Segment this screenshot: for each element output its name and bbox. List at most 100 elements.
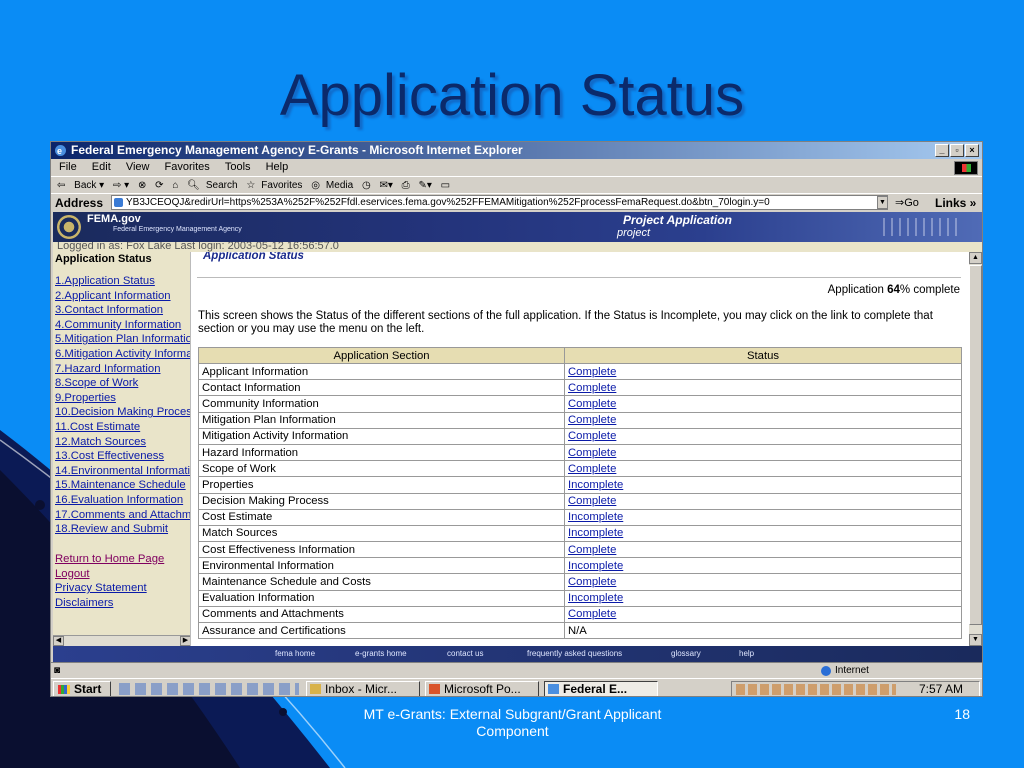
stop-icon[interactable]: ⊗ <box>138 180 146 191</box>
menu-file[interactable]: File <box>59 161 77 173</box>
history-icon[interactable]: ◷ <box>362 180 371 191</box>
sidebar-item-environmental[interactable]: 14.Environmental Information <box>55 464 190 479</box>
status-link[interactable]: Complete <box>564 605 962 624</box>
privacy-statement-link[interactable]: Privacy Statement <box>55 581 190 596</box>
sidebar: Application Status 1.Application Status … <box>53 252 191 646</box>
fema-banner: FEMA.gov Federal Emergency Management Ag… <box>53 212 982 242</box>
security-zone: Internet <box>821 663 869 679</box>
media-button[interactable]: ◎ Media <box>311 180 353 191</box>
status-link[interactable]: Complete <box>564 443 962 462</box>
sidebar-item-comments[interactable]: 17.Comments and Attachments <box>55 508 190 523</box>
menu-tools[interactable]: Tools <box>225 161 251 173</box>
footer-link-glossary[interactable]: glossary <box>671 646 701 662</box>
footer-link-egrants-home[interactable]: e-grants home <box>355 646 407 662</box>
scroll-up-icon[interactable]: ▲ <box>969 252 982 264</box>
refresh-icon[interactable]: ⟳ <box>155 180 163 191</box>
sidebar-item-applicant-information[interactable]: 2.Applicant Information <box>55 289 190 304</box>
sidebar-item-properties[interactable]: 9.Properties <box>55 391 190 406</box>
close-button[interactable]: × <box>965 144 979 157</box>
fema-gov-logo-text[interactable]: FEMA.gov <box>87 213 141 225</box>
sidebar-item-cost-effectiveness[interactable]: 13.Cost Effectiveness <box>55 449 190 464</box>
task-inbox[interactable]: Inbox - Micr... <box>306 681 420 696</box>
scroll-down-icon[interactable]: ▼ <box>969 634 982 646</box>
scroll-left-icon[interactable]: ◀ <box>53 636 64 646</box>
status-link[interactable]: Complete <box>564 460 962 478</box>
sidebar-horizontal-scrollbar[interactable]: ◀ ▶ <box>53 635 190 646</box>
start-button[interactable]: Start <box>53 681 111 696</box>
maximize-button[interactable]: ▫ <box>950 144 964 157</box>
status-link[interactable]: Complete <box>564 411 962 429</box>
minimize-button[interactable]: _ <box>935 144 949 157</box>
menu-favorites[interactable]: Favorites <box>165 161 210 173</box>
favorites-button[interactable]: ☆ Favorites <box>246 180 302 191</box>
home-icon[interactable]: ⌂ <box>172 180 178 191</box>
task-federal-e[interactable]: Federal E... <box>544 681 658 696</box>
scroll-thumb[interactable] <box>969 265 982 625</box>
status-link[interactable]: Complete <box>564 395 962 413</box>
status-link[interactable]: Incomplete <box>564 476 962 494</box>
table-row: Contact Information Complete <box>198 379 962 397</box>
sidebar-item-application-status[interactable]: 1.Application Status <box>55 274 190 289</box>
sidebar-item-cost-estimate[interactable]: 11.Cost Estimate <box>55 420 190 435</box>
favorites-label: Favorites <box>261 180 303 191</box>
menu-view[interactable]: View <box>126 161 150 173</box>
menu-edit[interactable]: Edit <box>92 161 111 173</box>
status-link[interactable]: Incomplete <box>564 508 962 526</box>
return-home-link[interactable]: Return to Home Page <box>55 552 190 567</box>
address-dropdown-icon[interactable]: ▼ <box>877 196 888 209</box>
section-cell: Match Sources <box>198 524 565 543</box>
sidebar-item-mitigation-activity[interactable]: 6.Mitigation Activity Information <box>55 347 190 362</box>
sidebar-item-review-submit[interactable]: 18.Review and Submit <box>55 522 190 537</box>
footer-link-faq[interactable]: frequently asked questions <box>527 646 622 662</box>
sidebar-item-match-sources[interactable]: 12.Match Sources <box>55 435 190 450</box>
status-link[interactable]: Complete <box>564 492 962 510</box>
page-content: FEMA.gov Federal Emergency Management Ag… <box>53 212 982 646</box>
footer-link-fema-home[interactable]: fema home <box>275 646 315 662</box>
status-link[interactable]: Complete <box>564 427 962 445</box>
status-link[interactable]: Complete <box>564 379 962 397</box>
footer-link-contact-us[interactable]: contact us <box>447 646 483 662</box>
sidebar-item-community-information[interactable]: 4.Community Information <box>55 318 190 333</box>
table-row: Applicant Information Complete <box>198 362 962 381</box>
status-link[interactable]: Incomplete <box>564 557 962 575</box>
status-link[interactable]: Complete <box>564 362 962 381</box>
sidebar-item-evaluation[interactable]: 16.Evaluation Information <box>55 493 190 508</box>
edit-icon[interactable]: ✎▾ <box>418 180 431 191</box>
sidebar-item-decision-making[interactable]: 10.Decision Making Process <box>55 405 190 420</box>
page-vertical-scrollbar[interactable]: ▲ ▼ <box>969 252 982 646</box>
forward-button[interactable]: ⇨ ▾ <box>113 180 129 191</box>
status-link[interactable]: Complete <box>564 573 962 591</box>
quick-launch-icons[interactable] <box>119 683 299 695</box>
logout-link[interactable]: Logout <box>55 567 190 582</box>
links-label: Links <box>935 196 967 210</box>
footer-link-help[interactable]: help <box>739 646 754 662</box>
scroll-right-icon[interactable]: ▶ <box>180 636 190 646</box>
sidebar-item-maintenance[interactable]: 15.Maintenance Schedule <box>55 478 190 493</box>
table-row: Maintenance Schedule and Costs Complete <box>198 573 962 591</box>
address-input[interactable]: YB3JCEOQJ&redirUrl=https%253A%252F%252Ff… <box>111 195 888 210</box>
go-button[interactable]: ⇒Go <box>895 194 919 212</box>
slide-number: 18 <box>954 706 970 722</box>
discuss-icon[interactable]: ▭ <box>441 180 450 191</box>
menu-help[interactable]: Help <box>266 161 289 173</box>
sidebar-item-scope-of-work[interactable]: 8.Scope of Work <box>55 376 190 391</box>
task-powerpoint[interactable]: Microsoft Po... <box>425 681 539 696</box>
print-icon[interactable]: ⎙ <box>402 180 410 191</box>
sidebar-item-mitigation-plan[interactable]: 5.Mitigation Plan Information <box>55 332 190 347</box>
search-button[interactable]: 🔍︎ Search <box>187 180 237 191</box>
disclaimers-link[interactable]: Disclaimers <box>55 596 190 611</box>
window-titlebar[interactable]: e Federal Emergency Management Agency E-… <box>51 142 982 159</box>
mail-icon[interactable]: ✉▾ <box>379 180 392 191</box>
section-cell: Cost Estimate <box>198 508 565 526</box>
tray-icons[interactable] <box>736 684 896 695</box>
status-link[interactable]: Incomplete <box>564 524 962 543</box>
links-button[interactable]: Links » <box>935 194 976 212</box>
status-link[interactable]: Complete <box>564 541 962 559</box>
table-row: Evaluation Information Incomplete <box>198 589 962 607</box>
menu-bar: File Edit View Favorites Tools Help <box>51 159 982 176</box>
sidebar-item-contact-information[interactable]: 3.Contact Information <box>55 303 190 318</box>
status-link[interactable]: Incomplete <box>564 589 962 607</box>
back-button[interactable]: ⇦ Back ▾ <box>57 180 104 191</box>
table-row: Mitigation Plan Information Complete <box>198 411 962 429</box>
sidebar-item-hazard-information[interactable]: 7.Hazard Information <box>55 362 190 377</box>
